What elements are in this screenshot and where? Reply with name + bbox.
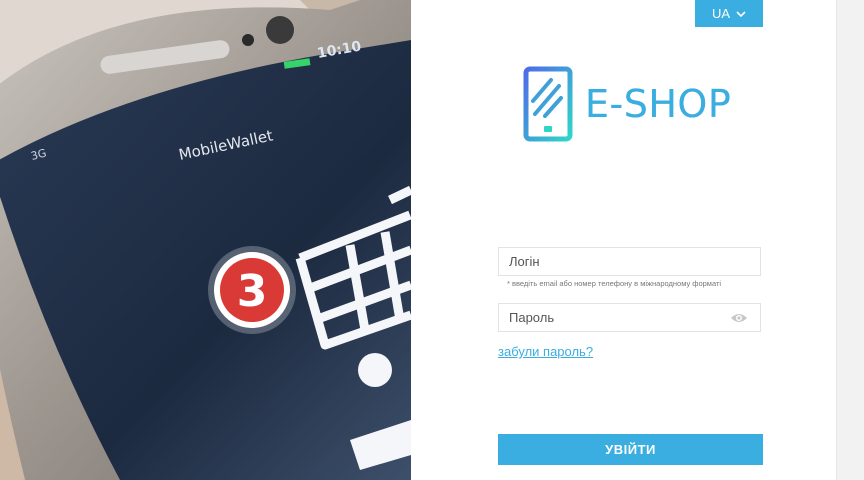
chevron-down-icon: [736, 10, 746, 17]
brand-logo: E-SHOP: [523, 66, 743, 142]
phone-logo-icon: [523, 66, 573, 142]
language-label: UA: [711, 6, 731, 21]
login-hint: * введіть email або номер телефону в між…: [507, 279, 722, 288]
forgot-password-link[interactable]: забули пароль?: [498, 344, 593, 359]
login-submit-button[interactable]: УВІЙТИ: [498, 434, 763, 465]
brand-name: E-SHOP: [585, 82, 732, 126]
page-edge-strip: [836, 0, 864, 480]
password-field[interactable]: [498, 303, 761, 332]
cart-badge-count: 3: [237, 266, 268, 317]
login-input[interactable]: [499, 248, 760, 275]
eye-icon[interactable]: [730, 312, 748, 324]
phone-illustration: 10:10 3G MobileWallet 3: [0, 0, 411, 480]
front-camera: [266, 16, 294, 44]
login-field[interactable]: [498, 247, 761, 276]
password-input[interactable]: [499, 304, 760, 331]
language-selector[interactable]: UA: [695, 0, 763, 27]
hero-image-panel: 10:10 3G MobileWallet 3: [0, 0, 411, 480]
login-panel: UA E-SHOP * введіть email або номер теле…: [411, 0, 836, 480]
